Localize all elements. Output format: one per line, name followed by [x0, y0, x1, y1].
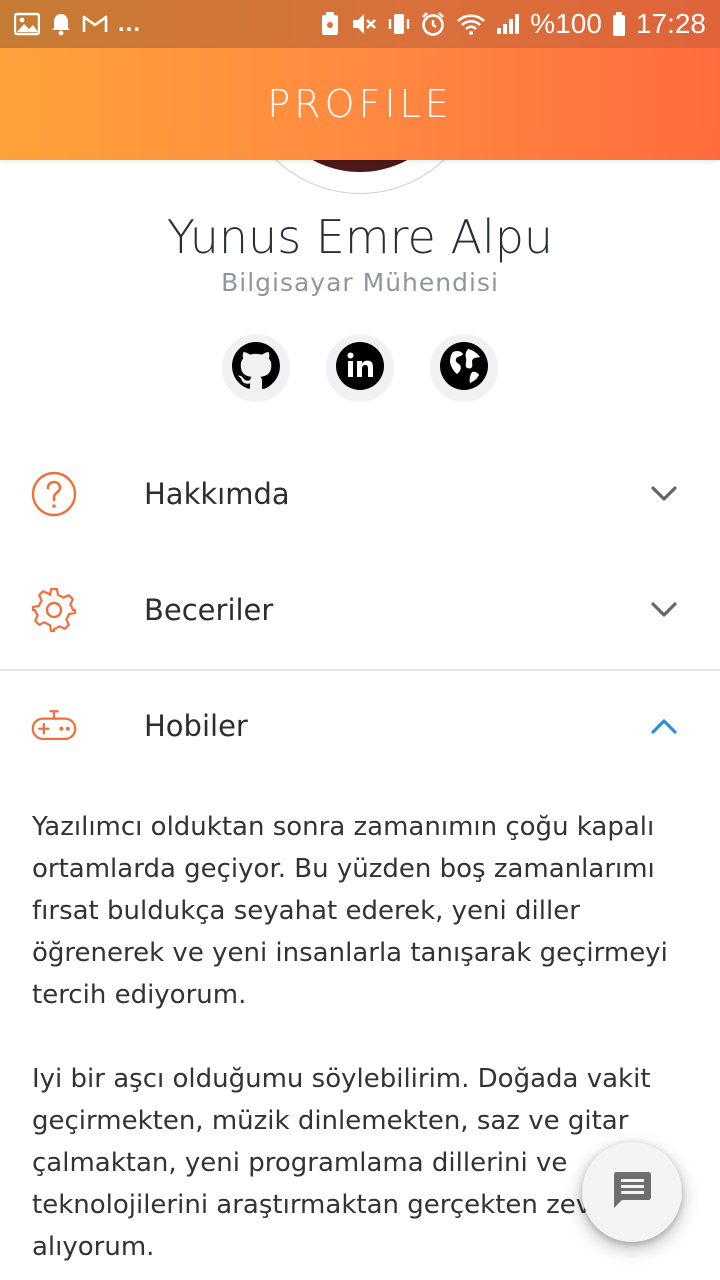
github-icon	[231, 341, 281, 395]
hobbies-content: Yazılımcı olduktan sonra zamanımın çoğu …	[32, 806, 672, 1268]
globe-icon	[439, 341, 489, 395]
accordion-hobbies[interactable]: Hobiler	[0, 668, 720, 784]
accordion-label: Hakkımda	[144, 477, 290, 511]
alarm-icon	[420, 11, 446, 37]
chat-icon	[610, 1168, 654, 1216]
battery-icon	[612, 11, 626, 37]
github-button[interactable]	[222, 334, 290, 402]
signal-icon	[496, 13, 520, 35]
hobbies-paragraph: Iyi bir aşcı olduğumu söylebilirim. Doğa…	[32, 1064, 651, 1262]
gamepad-icon	[30, 702, 78, 750]
image-icon	[14, 12, 40, 36]
chat-button[interactable]	[582, 1142, 682, 1242]
wifi-icon	[456, 12, 486, 36]
vibrate-icon	[388, 11, 410, 37]
chevron-up-icon	[648, 710, 680, 742]
help-circle-icon	[30, 470, 78, 518]
mute-icon	[350, 11, 378, 37]
app-header: PROFILE	[0, 48, 720, 160]
status-bar: ... %100 17:28	[0, 0, 720, 48]
website-button[interactable]	[430, 334, 498, 402]
accordion-label: Beceriler	[144, 593, 274, 627]
social-links	[0, 334, 720, 402]
accordion-label: Hobiler	[144, 709, 248, 743]
gear-icon	[30, 586, 78, 634]
clock: 17:28	[635, 8, 706, 39]
chevron-down-icon	[648, 478, 680, 510]
bell-icon	[50, 12, 72, 36]
battery-percent: %100	[530, 8, 602, 39]
page-title: PROFILE	[267, 82, 453, 126]
more-notifications: ...	[118, 10, 142, 37]
linkedin-button[interactable]	[326, 334, 394, 402]
gmail-icon	[82, 14, 108, 34]
profile-name: Yunus Emre Alpu	[166, 210, 554, 264]
linkedin-icon	[335, 341, 385, 395]
chevron-down-icon	[648, 594, 680, 626]
profile-title: Bilgisayar Mühendisi	[221, 268, 499, 297]
accordion-skills[interactable]: Beceriler	[0, 552, 720, 668]
accordion-about[interactable]: Hakkımda	[0, 436, 720, 552]
android-battery-saver-icon	[320, 11, 340, 37]
hobbies-paragraph: Yazılımcı olduktan sonra zamanımın çoğu …	[32, 812, 668, 1010]
